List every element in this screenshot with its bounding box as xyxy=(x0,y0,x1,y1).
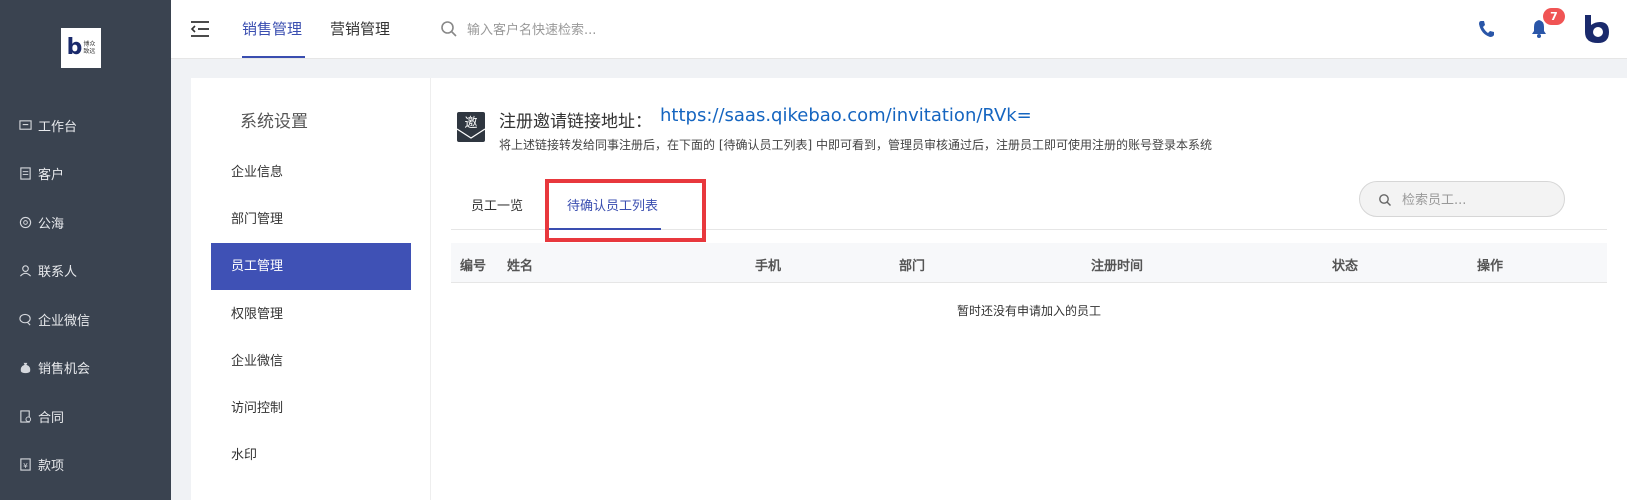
top-header: 销售管理 营销管理 7 xyxy=(171,0,1627,59)
active-tab-indicator xyxy=(242,56,305,58)
nav-label: 合同 xyxy=(38,410,65,426)
workbench-icon xyxy=(19,119,32,132)
tab-employee-overview[interactable]: 员工一览 xyxy=(471,195,523,214)
highlight-box xyxy=(545,179,706,242)
settings-item-wechat-work[interactable]: 企业微信 xyxy=(211,338,411,385)
invite-description: 将上述链接转发给同事注册后，在下面的 [待确认员工列表] 中即可看到，管理员审核… xyxy=(499,138,1212,152)
svg-text:¥: ¥ xyxy=(23,460,28,469)
column-header-id[interactable]: 编号 xyxy=(460,255,486,274)
column-header-name[interactable]: 姓名 xyxy=(507,255,533,274)
search-icon xyxy=(1379,194,1391,206)
nav-label: 企业微信 xyxy=(38,313,91,329)
contact-icon xyxy=(19,264,32,277)
invitation-icon-char: 邀 xyxy=(464,116,477,131)
settings-item-watermark[interactable]: 水印 xyxy=(211,432,411,479)
phone-icon[interactable] xyxy=(1477,19,1495,39)
empty-state-text: 暂时还没有申请加入的员工 xyxy=(956,304,1101,318)
settings-item-department[interactable]: 部门管理 xyxy=(211,196,411,243)
settings-item-permission[interactable]: 权限管理 xyxy=(211,291,411,338)
employee-search-box[interactable] xyxy=(1359,181,1565,217)
search-icon xyxy=(441,21,457,37)
invite-link[interactable]: https://saas.qikebao.com/invitation/RVk= xyxy=(660,105,1032,126)
logo-mark: b xyxy=(66,35,83,60)
tab-marketing-management[interactable]: 营销管理 xyxy=(330,18,390,39)
user-avatar[interactable] xyxy=(1579,12,1613,46)
menu-collapse-icon[interactable] xyxy=(189,19,211,39)
column-header-register-time[interactable]: 注册时间 xyxy=(1091,255,1143,274)
settings-item-employee[interactable]: 员工管理 xyxy=(211,243,411,290)
tab-sales-management[interactable]: 销售管理 xyxy=(242,18,302,39)
employee-table-header: 编号 姓名 手机 部门 注册时间 状态 操作 xyxy=(451,243,1607,283)
employee-search-input[interactable] xyxy=(1402,190,1552,210)
settings-panel: 系统设置 企业信息 部门管理 员工管理 权限管理 企业微信 访问控制 水印 邀 … xyxy=(191,78,1627,500)
invitation-envelope-icon: 邀 xyxy=(456,112,486,142)
settings-item-access-control[interactable]: 访问控制 xyxy=(211,385,411,432)
settings-title: 系统设置 xyxy=(240,112,308,132)
nav-item-public-pool[interactable]: 公海 xyxy=(0,207,171,237)
customer-icon xyxy=(19,166,32,180)
nav-label: 客户 xyxy=(38,167,65,183)
column-header-actions[interactable]: 操作 xyxy=(1477,255,1503,274)
nav-item-wechat-work[interactable]: 企业微信 xyxy=(0,304,171,334)
column-header-status[interactable]: 状态 xyxy=(1332,255,1358,274)
contract-icon xyxy=(19,409,32,423)
nav-item-contact[interactable]: 联系人 xyxy=(0,255,171,285)
customer-search-input[interactable] xyxy=(467,19,727,41)
column-header-phone[interactable]: 手机 xyxy=(755,255,781,274)
nav-label: 公海 xyxy=(38,216,65,232)
column-header-department[interactable]: 部门 xyxy=(899,255,925,274)
nav-label: 销售机会 xyxy=(38,361,91,377)
wechat-work-icon xyxy=(19,313,32,326)
settings-sidebar: 系统设置 企业信息 部门管理 员工管理 权限管理 企业微信 访问控制 水印 xyxy=(191,78,431,500)
employee-content: 邀 注册邀请链接地址： https://saas.qikebao.com/inv… xyxy=(431,78,1627,500)
public-pool-icon xyxy=(19,216,32,229)
logo-text: 博众致远 xyxy=(83,41,96,55)
nav-label: 工作台 xyxy=(38,119,78,135)
nav-item-contract[interactable]: 合同 xyxy=(0,401,171,431)
money-bag-icon xyxy=(19,361,32,374)
nav-label: 款项 xyxy=(38,458,65,474)
nav-item-payment[interactable]: ¥ 款项 xyxy=(0,449,171,479)
nav-item-sales-opportunity[interactable]: 销售机会 xyxy=(0,352,171,382)
nav-item-workbench[interactable]: 工作台 xyxy=(0,110,171,140)
settings-item-company-info[interactable]: 企业信息 xyxy=(211,149,411,196)
notification-badge: 7 xyxy=(1543,8,1565,25)
nav-item-customer[interactable]: 客户 xyxy=(0,158,171,188)
app-logo[interactable]: b 博众致远 xyxy=(61,28,101,68)
nav-label: 联系人 xyxy=(38,264,78,280)
invite-link-label: 注册邀请链接地址： xyxy=(499,112,652,132)
payment-icon: ¥ xyxy=(19,457,32,471)
main-sidebar: b 博众致远 工作台 客户 公海 联系人 企业微信 销售机会 合同 ¥ 款项 xyxy=(0,0,171,500)
